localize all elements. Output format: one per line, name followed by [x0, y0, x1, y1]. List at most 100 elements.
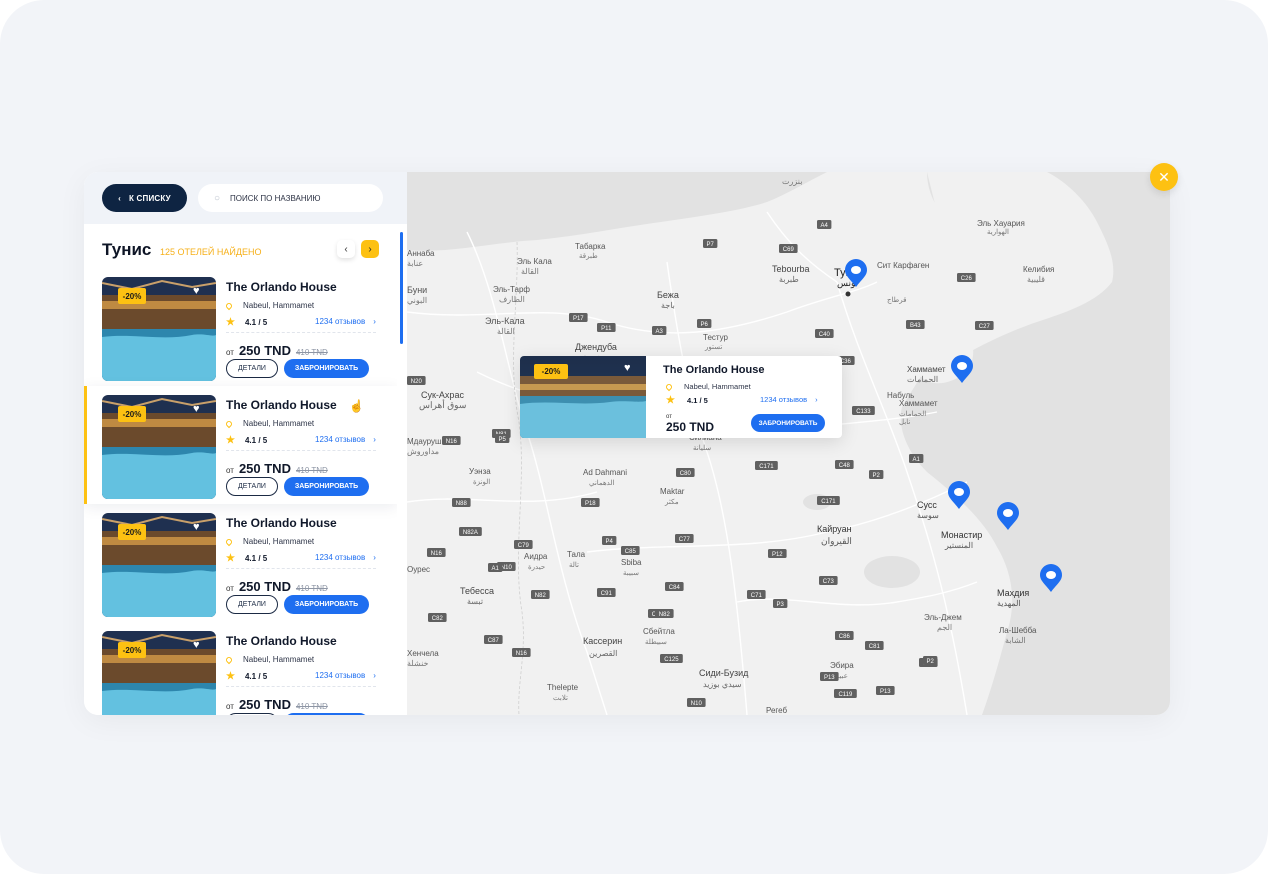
map-label-sbiba-ar: سبيبة — [623, 570, 639, 577]
favorite-heart-icon[interactable]: ♥ — [193, 285, 200, 297]
map-label-hammamet-ar: الحمامات — [907, 375, 938, 384]
road-label: C87 — [488, 638, 500, 644]
hotel-rating: ★ 4.1 / 5 — [226, 435, 267, 446]
map-label-mdaourouch: Мдауруш — [407, 437, 441, 446]
details-button[interactable]: ДЕТАЛИ — [226, 595, 278, 614]
hotel-reviews-text: 1234 отзывов — [315, 435, 366, 444]
map-label-el-haouaria: Эль Хауария — [977, 219, 1025, 228]
hotel-rating-value: 4.1 / 5 — [244, 554, 268, 563]
road-label: N10 — [691, 701, 703, 707]
hotel-reviews-link[interactable]: 1234 отзывов › — [315, 317, 376, 326]
hotel-name[interactable]: The Orlando House — [226, 398, 337, 412]
popup-location: Nabeul, Hammamet — [664, 382, 751, 391]
road-label: C77 — [679, 537, 691, 543]
hotel-photo[interactable]: -20% ♥ — [102, 277, 216, 381]
map-area[interactable]: ТунисتونسTebourbaطبربةБежаباجةЭль-Калаال… — [407, 172, 1170, 715]
road-label: C133 — [856, 409, 871, 415]
map-label-sidi-bouzid: Сиди-Бузид — [699, 668, 749, 678]
map-label-sbeitla-ar: سبيطلة — [645, 638, 667, 646]
map-label-ad-dahmani-ar: الدهماني — [589, 479, 614, 487]
list-scrollbar[interactable] — [400, 232, 403, 344]
hotel-reviews-link[interactable]: 1234 отзывов › — [315, 671, 376, 680]
map-label-beja: Бежа — [657, 290, 679, 300]
road-label: P5 — [499, 437, 507, 443]
hotel-rating-value: 4.1 / 5 — [244, 436, 268, 445]
favorite-heart-icon[interactable]: ♥ — [193, 403, 200, 415]
road-label: A1 — [492, 566, 500, 572]
details-button[interactable]: ДЕТАЛИ — [226, 359, 278, 378]
map-label-la-chebba-ar: الشابة — [1005, 636, 1026, 645]
hotel-reviews-link[interactable]: 1234 отзывов › — [315, 553, 376, 562]
map-label-el-kala2: Эль Кала — [517, 257, 552, 266]
map-label-kelibia: Келибия — [1023, 265, 1054, 274]
back-to-list-button[interactable]: ‹ К СПИСКУ — [102, 184, 187, 212]
road-label: C40 — [819, 332, 831, 338]
map-label-testour: Тестур — [703, 333, 729, 342]
hotel-photo[interactable]: -20% ♥ — [102, 395, 216, 499]
popup-book-button[interactable]: ЗАБРОНИРОВАТЬ — [751, 414, 825, 432]
road-label: A3 — [656, 329, 664, 335]
book-button[interactable]: ЗАБРОНИРОВАТЬ — [284, 595, 369, 614]
map-label-monastir: Монастир — [941, 530, 982, 540]
map-label-ad-dahmani: Ad Dahmani — [583, 468, 627, 477]
book-button[interactable]: ЗАБРОНИРОВАТЬ — [284, 713, 369, 715]
map-label-haidra: Аидра — [524, 552, 548, 561]
road-label: C119 — [838, 692, 853, 698]
hotel-name[interactable]: The Orlando House — [226, 634, 337, 648]
map-label-tabarka: Табарка — [575, 242, 606, 251]
close-modal-button[interactable]: ✕ — [1150, 163, 1178, 191]
book-button[interactable]: ЗАБРОНИРОВАТЬ — [284, 359, 369, 378]
price-value: 250 TND — [238, 343, 291, 358]
road-label: A4 — [821, 223, 829, 229]
discount-badge: -20% — [118, 642, 146, 658]
map-label-tebessa-ar: تبسة — [467, 597, 483, 606]
map-label-la-chebba: Ла-Шебба — [999, 626, 1037, 635]
divider — [226, 450, 376, 451]
hotel-name[interactable]: The Orlando House — [226, 516, 337, 530]
road-label: A1 — [913, 457, 921, 463]
favorite-heart-icon[interactable]: ♥ — [193, 521, 200, 533]
map-label-maktar: Maktar — [660, 487, 685, 496]
road-label: P13 — [880, 689, 891, 695]
book-button[interactable]: ЗАБРОНИРОВАТЬ — [284, 477, 369, 496]
map-label-mahdia-ar: المهدية — [997, 599, 1021, 608]
map-label-kasserine-ar: القصرين — [589, 649, 617, 658]
popup-reviews-text: 1234 отзывов — [760, 395, 808, 404]
map-label-hammamet2-ar: الحمامات — [899, 410, 926, 418]
map-canvas[interactable]: ТунисتونسTebourbaطبربةБежаباجةЭль-Калаال… — [407, 172, 1170, 715]
discount-badge: -20% — [118, 406, 146, 422]
hotel-photo[interactable]: -20% ♥ — [102, 513, 216, 617]
map-hotel-popup[interactable]: -20% ♥ The Orlando House Nabeul, Hammame… — [520, 356, 842, 438]
map-label-sidi-bou: Сит Карфаген — [877, 261, 929, 270]
discount-badge: -20% — [534, 364, 568, 379]
chevron-right-icon: › — [373, 317, 376, 326]
map-label-sousse-ar: سوسة — [917, 511, 939, 520]
details-button[interactable]: ДЕТАЛИ — [226, 713, 278, 715]
map-label-annaba: Аннаба — [407, 249, 435, 258]
hotel-photo[interactable]: -20% ♥ — [102, 631, 216, 715]
map-label-tebessa: Тебесса — [460, 586, 494, 596]
hand-cursor-icon: ☝ — [349, 399, 364, 413]
hotel-location: Nabeul, Hammamet — [224, 655, 314, 664]
favorite-heart-icon[interactable]: ♥ — [624, 362, 631, 374]
hotel-card[interactable]: -20% ♥ The Orlando House Nabeul, Hammame… — [84, 504, 397, 622]
map-label-siliana-ar: سليانة — [693, 444, 711, 452]
favorite-heart-icon[interactable]: ♥ — [193, 639, 200, 651]
details-button[interactable]: ДЕТАЛИ — [226, 477, 278, 496]
hotel-location-text: Nabeul, Hammamet — [243, 419, 315, 428]
map-label-beja-ar: باجة — [661, 301, 675, 310]
map-label-hammamet2: Хаммамет — [899, 399, 938, 408]
popup-reviews-link[interactable]: 1234 отзывов › — [760, 395, 818, 404]
map-label-bouni: Буни — [407, 285, 427, 295]
hotel-reviews-link[interactable]: 1234 отзывов › — [315, 435, 376, 444]
map-label-kelibia-ar: قليبية — [1027, 275, 1045, 284]
map-label-sidi-bouzid-ar: سيدي بوزيد — [703, 680, 742, 689]
star-icon: ★ — [666, 395, 675, 406]
next-page-button[interactable]: › — [361, 240, 379, 258]
hotel-name[interactable]: The Orlando House — [226, 280, 337, 294]
road-label: P17 — [573, 316, 584, 322]
hotel-card[interactable]: -20% ♥ The Orlando House Nabeul, Hammame… — [84, 268, 397, 386]
prev-page-button[interactable]: ‹ — [337, 240, 355, 258]
search-input[interactable]: ○ ПОИСК ПО НАЗВАНИЮ — [198, 184, 383, 212]
hotel-card[interactable]: -20% ♥ The Orlando House Nabeul, Hammame… — [84, 622, 397, 715]
